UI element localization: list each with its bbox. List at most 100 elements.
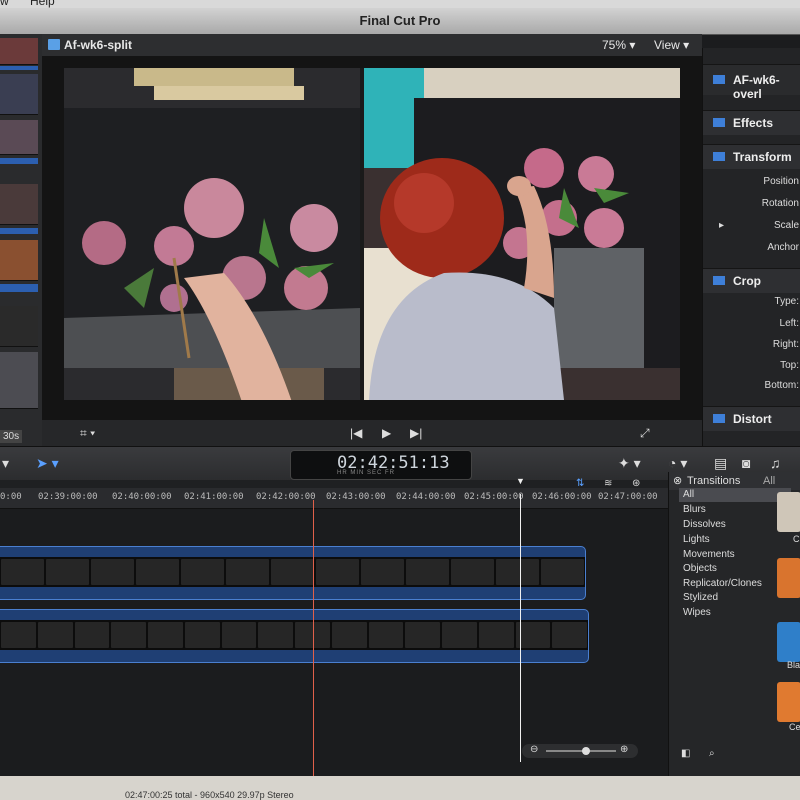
browser-clip-thumbnail[interactable]: [0, 240, 38, 281]
crop-label: Crop: [733, 274, 761, 288]
zoom-in-icon[interactable]: ⊕: [620, 744, 628, 755]
view-label: View: [654, 38, 680, 52]
slider-thumb[interactable]: [582, 747, 590, 755]
camera-icon[interactable]: ◙: [742, 455, 750, 471]
category-all[interactable]: All: [683, 489, 694, 500]
filmstrip-frame: [451, 559, 494, 585]
browser-clip-thumbnail[interactable]: [0, 120, 38, 155]
zoom-out-icon[interactable]: ⊖: [530, 744, 538, 755]
distort-label: Distort: [733, 412, 772, 426]
timeline-ruler[interactable]: 0:00 02:39:00:00 02:40:00:00 02:41:00:00…: [0, 488, 668, 509]
ruler-label: 02:42:00:00: [256, 492, 316, 502]
filmstrip-frame: [316, 559, 359, 585]
filmstrip-frame: [258, 622, 293, 648]
browser-clip-thumbnail[interactable]: [0, 38, 38, 65]
ruler-label: 02:39:00:00: [38, 492, 98, 502]
effects-label: Effects: [733, 116, 774, 130]
enhance-wand-icon[interactable]: ✦ ▾: [618, 455, 641, 472]
crop-right-label: Right:: [772, 339, 799, 350]
transition-thumbnail[interactable]: [777, 492, 800, 532]
play-button[interactable]: ▶: [382, 426, 391, 440]
fullscreen-icon[interactable]: ⤢: [640, 426, 650, 441]
filmstrip-frame: [184, 622, 220, 648]
category-lights[interactable]: Lights: [683, 534, 710, 545]
distort-section[interactable]: Distort: [703, 406, 800, 431]
category-movements[interactable]: Movements: [683, 549, 735, 560]
transform-position-label: Position: [763, 176, 799, 187]
search-icon[interactable]: ⌕: [709, 748, 715, 759]
transition-thumbnail[interactable]: [777, 622, 800, 662]
category-replicator-clones[interactable]: Replicator/Clones: [683, 578, 762, 589]
close-icon[interactable]: ⊗: [673, 474, 682, 487]
filmstrip-frame: [148, 622, 183, 648]
category-dissolves[interactable]: Dissolves: [683, 519, 726, 530]
browser-clip-thumbnail[interactable]: [0, 74, 38, 115]
viewer-video-frame: [64, 68, 680, 400]
browser-clip-thumbnail[interactable]: [0, 306, 38, 347]
ruler-label: 0:00: [0, 492, 22, 502]
event-browser[interactable]: 30s: [0, 34, 43, 450]
filmstrip-frame: [136, 559, 179, 585]
previous-edit-button[interactable]: |◀: [350, 426, 362, 440]
ruler-label: 02:40:00:00: [112, 492, 172, 502]
window-title: Final Cut Pro: [359, 13, 441, 28]
category-wipes[interactable]: Wipes: [683, 607, 711, 618]
category-blurs[interactable]: Blurs: [683, 504, 706, 515]
zoom-dropdown[interactable]: 75% ▾: [602, 38, 635, 52]
media-browser-icon[interactable]: ▤: [714, 455, 727, 472]
ruler-label: 02:47:00:00: [598, 492, 658, 502]
transition-thumbnail-label: Ce: [789, 722, 800, 732]
video-clip-lower[interactable]: [0, 609, 589, 663]
timeline[interactable]: ⇅ ≋ ⊛ 0:00 02:39:00:00 02:40:00:00 02:41…: [0, 476, 668, 776]
filmstrip-frame: [91, 559, 134, 585]
browser-duration-badge[interactable]: 30s: [0, 430, 23, 443]
menu-item-help[interactable]: Help: [30, 0, 55, 8]
filmstrip-frame: [1, 622, 36, 648]
transform-icon: [713, 152, 725, 161]
window-title-bar: Final Cut Pro: [0, 8, 800, 35]
filmstrip-frame: [181, 559, 224, 585]
browser-clip-bar: [0, 158, 38, 164]
transitions-filter[interactable]: All: [763, 475, 775, 487]
playhead[interactable]: [313, 500, 314, 776]
select-tool-button[interactable]: ➤ ▾: [36, 455, 59, 472]
view-dropdown[interactable]: View ▾: [654, 38, 689, 52]
toolbar-dropdown-button[interactable]: ▾: [2, 455, 9, 472]
viewer-controls: ⌗ ▾ |◀ ▶ ▶| ⤢: [42, 420, 702, 446]
retime-icon[interactable]: ◔ ▾: [668, 455, 687, 472]
crop-top-label: Top:: [780, 360, 799, 371]
disclosure-triangle-icon[interactable]: ▸: [719, 220, 724, 231]
transition-thumbnail[interactable]: [777, 558, 800, 598]
ruler-label: 02:45:00:00: [464, 492, 524, 502]
timeline-tracks[interactable]: [0, 509, 668, 776]
crop-icon: [713, 276, 725, 285]
effects-section[interactable]: Effects: [703, 110, 800, 135]
timeline-zoom-slider[interactable]: ⊖ ⊕: [522, 744, 638, 758]
skimmer-handle-icon[interactable]: ▼: [516, 476, 525, 486]
music-note-icon[interactable]: ♫: [770, 455, 781, 471]
browser-clip-bar: [0, 66, 38, 70]
timecode-display[interactable]: 02:42:51:13 HR MIN SEC FR: [290, 450, 472, 480]
video-clip-upper[interactable]: [0, 546, 586, 600]
category-stylized[interactable]: Stylized: [683, 592, 718, 603]
filmstrip-frame: [405, 622, 440, 648]
filmstrip-frame: [541, 559, 584, 585]
transform-anchor-label: Anchor: [767, 242, 799, 253]
browser-clip-thumbnail[interactable]: [0, 352, 38, 409]
crop-tool-button[interactable]: ⌗ ▾: [80, 426, 95, 441]
filmstrip-frame: [368, 622, 404, 648]
filmstrip-frame: [496, 559, 539, 585]
browser-clip-thumbnail[interactable]: [0, 184, 38, 225]
skimmer[interactable]: [520, 494, 521, 762]
category-objects[interactable]: Objects: [683, 563, 717, 574]
transition-thumbnail[interactable]: [777, 682, 800, 722]
next-edit-button[interactable]: ▶|: [410, 426, 422, 440]
crop-section[interactable]: Crop: [703, 268, 800, 293]
transform-scale-label[interactable]: ▸ Scale: [703, 220, 800, 231]
browser-clip-bar: [0, 284, 38, 292]
sidebar-toggle-icon[interactable]: ◧: [681, 748, 690, 759]
film-icon: [713, 75, 725, 84]
viewer[interactable]: [42, 56, 702, 420]
transform-section[interactable]: Transform: [703, 144, 800, 169]
menu-item-window[interactable]: w: [0, 0, 9, 8]
